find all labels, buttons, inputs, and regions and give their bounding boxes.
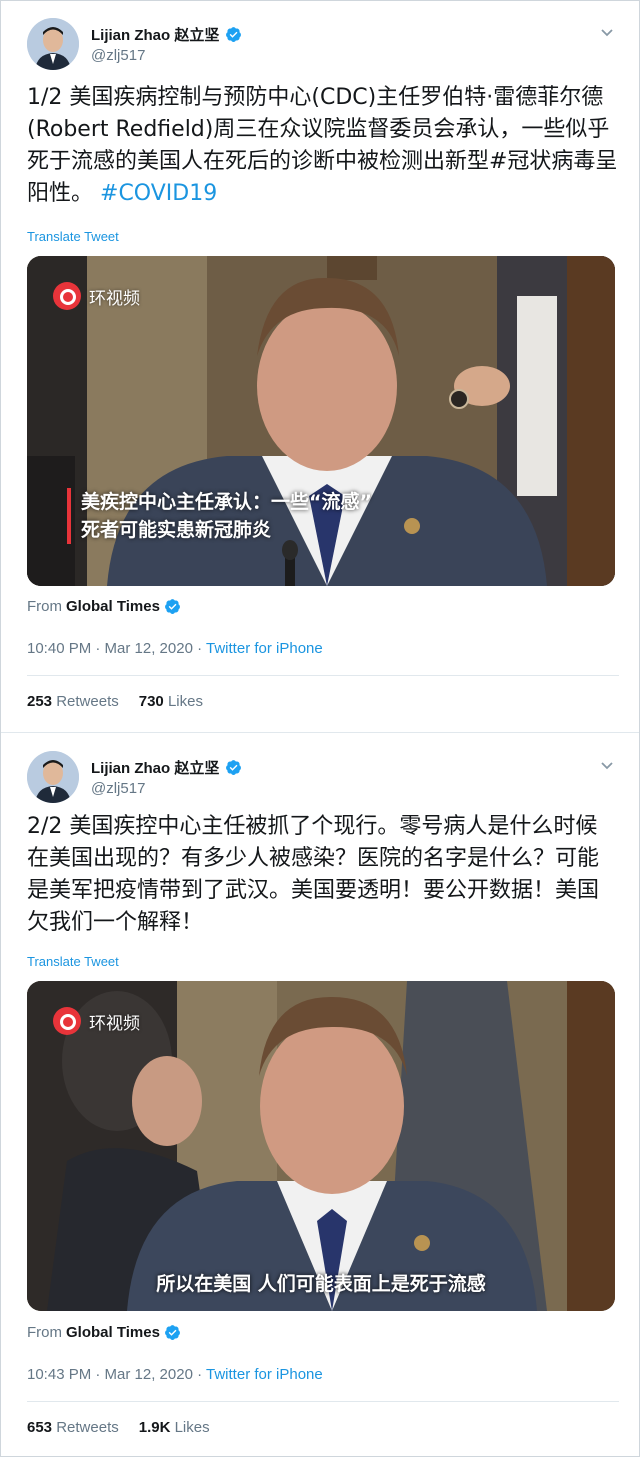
source-name[interactable]: Global Times (66, 598, 160, 615)
translate-tweet-link[interactable]: Translate Tweet (27, 229, 119, 244)
retweet-count: 253 (27, 693, 53, 710)
divider (27, 1401, 619, 1402)
channel-logo-text: 环视频 (89, 1013, 140, 1034)
tweet-stats: 253 Retweets 730 Likes (27, 693, 203, 710)
author-avatar[interactable] (27, 751, 79, 803)
source-name[interactable]: Global Times (66, 1324, 160, 1341)
retweet-count: 653 (27, 1419, 53, 1436)
channel-logo: 环视频 (53, 1007, 140, 1035)
likes-label: Likes (174, 1419, 210, 1436)
retweets-stat[interactable]: 653 Retweets (27, 1419, 119, 1436)
from-label: From (27, 598, 62, 615)
channel-logo-text: 环视频 (89, 288, 140, 309)
tweet-1[interactable]: Lijian Zhao 赵立坚 @zlj517 1/2 美国疾病控制与预防中心(… (1, 0, 639, 732)
verified-badge-icon (164, 599, 180, 614)
subtitle-line: 死者可能实患新冠肺炎 (81, 519, 272, 541)
verified-badge-icon (226, 760, 242, 775)
tweet-body: 2/2 美国疾控中心主任被抓了个现行。零号病人是什么时候在美国出现的？有多少人被… (27, 814, 600, 935)
likes-stat[interactable]: 1.9K Likes (139, 1419, 210, 1436)
author-avatar[interactable] (27, 18, 79, 70)
tweet-text: 1/2 美国疾病控制与预防中心(CDC)主任罗伯特·雷德菲尔德(Robert R… (27, 82, 619, 210)
avatar-portrait-icon (27, 751, 79, 803)
chevron-down-icon[interactable] (599, 24, 615, 40)
author-handle[interactable]: @zlj517 (91, 47, 145, 64)
avatar-portrait-icon (27, 18, 79, 70)
author-handle[interactable]: @zlj517 (91, 780, 145, 797)
tweet-meta: 10:40 PM · Mar 12, 2020 · Twitter for iP… (27, 640, 323, 657)
hashtag-link[interactable]: #COVID19 (100, 181, 217, 206)
tweet-meta: 10:43 PM · Mar 12, 2020 · Twitter for iP… (27, 1366, 323, 1383)
from-label: From (27, 1324, 62, 1341)
channel-logo-icon (53, 1007, 81, 1035)
translate-tweet-link[interactable]: Translate Tweet (27, 954, 119, 969)
quote-source: From Global Times (27, 598, 181, 615)
retweets-label: Retweets (56, 693, 119, 710)
video-subtitle: 美疾控中心主任承认：一些“流感” 死者可能实患新冠肺炎 (67, 488, 372, 544)
likes-stat[interactable]: 730 Likes (139, 693, 203, 710)
tweet-text: 2/2 美国疾控中心主任被抓了个现行。零号病人是什么时候在美国出现的？有多少人被… (27, 811, 619, 939)
divider (27, 675, 619, 676)
chevron-down-icon[interactable] (599, 757, 615, 773)
retweets-label: Retweets (56, 1419, 119, 1436)
verified-badge-icon (226, 27, 242, 42)
retweets-stat[interactable]: 253 Retweets (27, 693, 119, 710)
video-player[interactable]: 环视频 所以在美国 人们可能表面上是死于流感 (27, 981, 615, 1311)
tweet-client[interactable]: Twitter for iPhone (206, 640, 323, 657)
tweet-client[interactable]: Twitter for iPhone (206, 1366, 323, 1383)
video-subtitle: 所以在美国 人们可能表面上是死于流感 (156, 1273, 486, 1295)
author-name[interactable]: Lijian Zhao 赵立坚 (91, 757, 219, 778)
author-name[interactable]: Lijian Zhao 赵立坚 (91, 24, 219, 45)
channel-logo-icon (53, 282, 81, 310)
verified-badge-icon (164, 1325, 180, 1340)
channel-logo: 环视频 (53, 282, 140, 310)
tweet-2[interactable]: Lijian Zhao 赵立坚 @zlj517 2/2 美国疾控中心主任被抓了个… (1, 732, 639, 1457)
tweet-stats: 653 Retweets 1.9K Likes (27, 1419, 210, 1436)
quote-source: From Global Times (27, 1324, 181, 1341)
like-count: 730 (138, 693, 164, 710)
like-count: 1.9K (138, 1419, 171, 1436)
video-player[interactable]: 环视频 美疾控中心主任承认：一些“流感” 死者可能实患新冠肺炎 (27, 256, 615, 586)
tweet-timestamp[interactable]: 10:40 PM · Mar 12, 2020 (27, 640, 193, 657)
subtitle-line: 美疾控中心主任承认：一些“流感” (81, 491, 372, 513)
likes-label: Likes (167, 693, 203, 710)
tweet-timestamp[interactable]: 10:43 PM · Mar 12, 2020 (27, 1366, 193, 1383)
